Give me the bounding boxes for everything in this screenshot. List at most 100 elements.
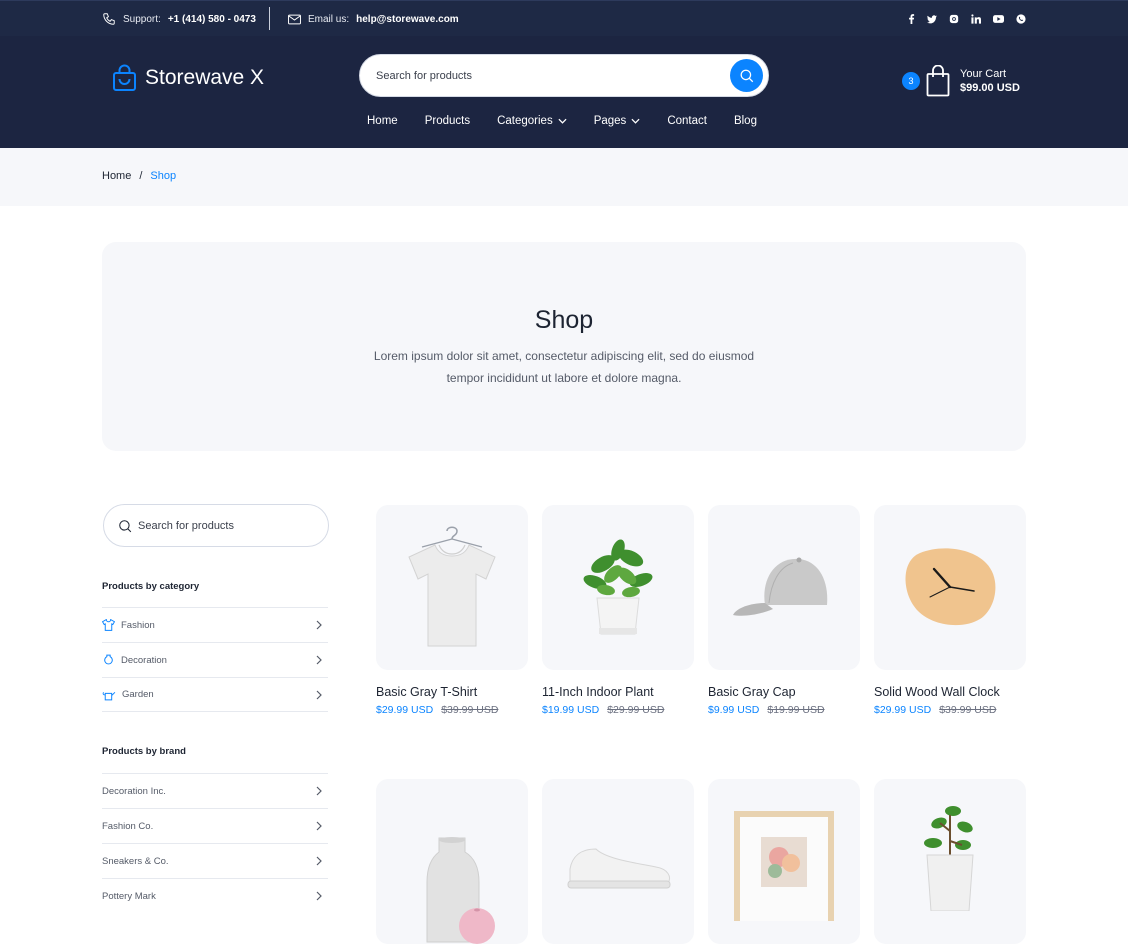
- product-name[interactable]: 11-Inch Indoor Plant: [542, 685, 694, 699]
- product-price: $29.99 USD: [376, 704, 434, 716]
- support-phone[interactable]: +1 (414) 580 - 0473: [168, 14, 256, 25]
- brand-logo[interactable]: Storewave X: [112, 64, 264, 92]
- product-card[interactable]: [874, 779, 1026, 944]
- chevron-right-icon: [316, 655, 322, 665]
- product-image-clock[interactable]: [874, 505, 1026, 670]
- cart-label: Your Cart: [960, 68, 1007, 80]
- product-card[interactable]: Basic Gray T-Shirt $29.99 USD $39.99 USD: [376, 505, 528, 716]
- product-card[interactable]: Basic Gray Cap $9.99 USD $19.99 USD: [708, 505, 860, 716]
- product-image-cap[interactable]: [708, 505, 860, 670]
- brand-item[interactable]: Fashion Co.: [102, 808, 328, 843]
- brand-label: Fashion Co.: [102, 820, 154, 832]
- twitter-icon[interactable]: [927, 14, 937, 24]
- header-search: [359, 54, 769, 97]
- breadcrumb-home[interactable]: Home: [102, 170, 131, 182]
- product-prices: $19.99 USD $29.99 USD: [542, 704, 694, 716]
- product-image-tshirt[interactable]: [376, 505, 528, 670]
- chevron-down-icon: [558, 118, 567, 124]
- product-old-price: $39.99 USD: [441, 704, 499, 716]
- product-name[interactable]: Solid Wood Wall Clock: [874, 685, 1026, 699]
- cart-count-badge: 3: [902, 72, 920, 90]
- nav-pages[interactable]: Pages: [594, 115, 641, 127]
- watering-can-icon: [102, 691, 116, 700]
- support-info: Support: +1 (414) 580 - 0473: [102, 1, 256, 37]
- category-list: Fashion Decoration Garden: [102, 607, 328, 712]
- vase-icon: [104, 654, 113, 664]
- tshirt-icon: [102, 619, 115, 631]
- chevron-right-icon: [316, 620, 322, 630]
- product-image-frame[interactable]: [708, 779, 860, 944]
- product-name[interactable]: Basic Gray Cap: [708, 685, 860, 699]
- product-card[interactable]: 11-Inch Indoor Plant $19.99 USD $29.99 U…: [542, 505, 694, 716]
- product-card[interactable]: [708, 779, 860, 944]
- brand-label: Sneakers & Co.: [102, 855, 169, 867]
- page-title: Shop: [534, 306, 594, 334]
- nav-contact[interactable]: Contact: [667, 115, 707, 127]
- product-image-bonsai[interactable]: [874, 779, 1026, 944]
- facebook-icon[interactable]: [908, 14, 915, 24]
- header-search-button[interactable]: [730, 59, 763, 92]
- product-name[interactable]: Basic Gray T-Shirt: [376, 685, 528, 699]
- brand-label: Pottery Mark: [102, 890, 156, 902]
- main-nav: Home Products Categories Pages Contact B…: [367, 115, 757, 127]
- nav-label: Pages: [593, 115, 627, 127]
- whatsapp-icon[interactable]: [1016, 14, 1026, 24]
- brand-heading: Products by brand: [102, 746, 186, 757]
- product-old-price: $19.99 USD: [767, 704, 825, 716]
- nav-label: Contact: [667, 115, 707, 127]
- nav-blog[interactable]: Blog: [734, 115, 757, 127]
- nav-home[interactable]: Home: [367, 115, 398, 127]
- support-label: Support:: [123, 13, 161, 25]
- product-price: $29.99 USD: [874, 704, 932, 716]
- youtube-icon[interactable]: [993, 15, 1004, 23]
- breadcrumb-separator: /: [139, 170, 143, 182]
- category-item-decoration[interactable]: Decoration: [102, 642, 328, 677]
- category-item-fashion[interactable]: Fashion: [102, 607, 328, 642]
- page-hero: Shop Lorem ipsum dolor sit amet, consect…: [102, 242, 1026, 451]
- product-image-sneaker[interactable]: [542, 779, 694, 944]
- sidebar-search-input[interactable]: [138, 519, 318, 532]
- product-card[interactable]: [542, 779, 694, 944]
- product-old-price: $39.99 USD: [939, 704, 997, 716]
- linkedin-icon[interactable]: [971, 14, 981, 24]
- topbar-divider: [269, 7, 270, 30]
- email-label: Email us:: [308, 13, 350, 25]
- cart-summary: Your Cart $99.00 USD: [960, 67, 1020, 95]
- product-card[interactable]: [376, 779, 528, 944]
- breadcrumb: Home / Shop: [0, 148, 1128, 206]
- brand-item[interactable]: Decoration Inc.: [102, 773, 328, 808]
- chevron-down-icon: [631, 118, 640, 124]
- site-header: Storewave X 3 Your Cart $99.00 USD Home …: [0, 36, 1128, 148]
- product-prices: $29.99 USD $39.99 USD: [376, 704, 528, 716]
- chevron-right-icon: [316, 856, 322, 866]
- top-bar: Support: +1 (414) 580 - 0473 Email us: h…: [0, 0, 1128, 36]
- category-label: Decoration: [121, 654, 167, 666]
- header-search-input[interactable]: [376, 55, 716, 96]
- instagram-icon[interactable]: [949, 14, 959, 24]
- phone-icon: [103, 13, 115, 25]
- product-price: $19.99 USD: [542, 704, 600, 716]
- search-icon: [119, 519, 132, 532]
- cart-widget[interactable]: 3 Your Cart $99.00 USD: [902, 61, 1020, 101]
- email-info: Email us: help@storewave.com: [288, 1, 459, 37]
- nav-label: Home: [367, 115, 398, 127]
- nav-products[interactable]: Products: [425, 115, 470, 127]
- brand-item[interactable]: Pottery Mark: [102, 878, 328, 913]
- mail-icon: [288, 14, 301, 24]
- product-old-price: $29.99 USD: [607, 704, 665, 716]
- category-label: Fashion: [121, 619, 155, 631]
- cart-total: $99.00 USD: [960, 82, 1020, 94]
- chevron-right-icon: [316, 786, 322, 796]
- email-link[interactable]: help@storewave.com: [356, 14, 459, 25]
- category-label: Garden: [122, 689, 154, 700]
- product-image-vase[interactable]: [376, 779, 528, 944]
- category-item-garden[interactable]: Garden: [102, 677, 328, 712]
- breadcrumb-current: Shop: [150, 170, 177, 182]
- social-links: [908, 1, 1026, 37]
- brand-item[interactable]: Sneakers & Co.: [102, 843, 328, 878]
- product-card[interactable]: Solid Wood Wall Clock $29.99 USD $39.99 …: [874, 505, 1026, 716]
- nav-categories[interactable]: Categories: [497, 115, 567, 127]
- product-image-plant[interactable]: [542, 505, 694, 670]
- shopping-bag-icon: [113, 64, 136, 91]
- chevron-right-icon: [316, 891, 322, 901]
